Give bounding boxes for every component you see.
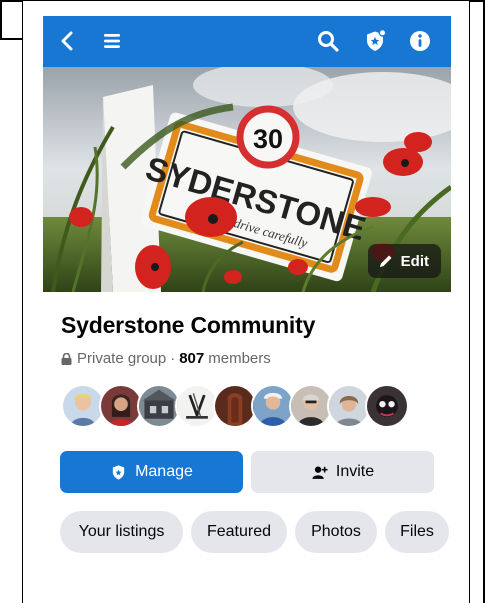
meta-separator: · [170, 350, 176, 367]
add-person-icon [312, 465, 328, 479]
group-meta: Private group · 807 members [61, 350, 271, 367]
group-screen: SYDERSTONE Please drive carefully 30 Edi… [43, 16, 451, 603]
info-button[interactable] [403, 24, 437, 58]
privacy-label: Private group [77, 350, 167, 367]
info-icon [410, 31, 430, 51]
manage-button[interactable]: Manage [60, 451, 243, 493]
admin-tools-button[interactable] [358, 24, 392, 58]
manage-label: Manage [135, 463, 193, 480]
pencil-icon [379, 255, 392, 267]
chip-photos[interactable]: Photos [295, 511, 377, 553]
menu-button[interactable] [95, 24, 129, 58]
invite-button[interactable]: Invite [251, 451, 434, 493]
chip-your-listings[interactable]: Your listings [60, 511, 183, 553]
back-button[interactable] [51, 24, 85, 58]
member-count[interactable]: 807 [179, 350, 204, 367]
admin-shield-icon [367, 29, 387, 51]
invite-label: Invite [335, 463, 375, 480]
search-button[interactable] [311, 24, 345, 58]
cover-photo: SYDERSTONE Please drive carefully 30 Edi… [43, 67, 451, 292]
edit-cover-button[interactable]: Edit [367, 244, 441, 278]
members-label[interactable]: members [208, 350, 271, 367]
avatar[interactable] [365, 384, 409, 428]
chip-files[interactable]: Files [385, 511, 449, 553]
chip-featured[interactable]: Featured [191, 511, 287, 553]
edit-label: Edit [400, 252, 429, 270]
hamburger-menu-icon [104, 34, 120, 48]
search-icon [318, 31, 339, 52]
group-title: Syderstone Community [61, 312, 316, 338]
lock-icon [61, 352, 72, 365]
back-chevron-icon [61, 31, 73, 51]
admin-shield-icon [112, 464, 125, 480]
speed-limit-number: 30 [253, 124, 283, 154]
top-navigation-bar [43, 16, 451, 67]
